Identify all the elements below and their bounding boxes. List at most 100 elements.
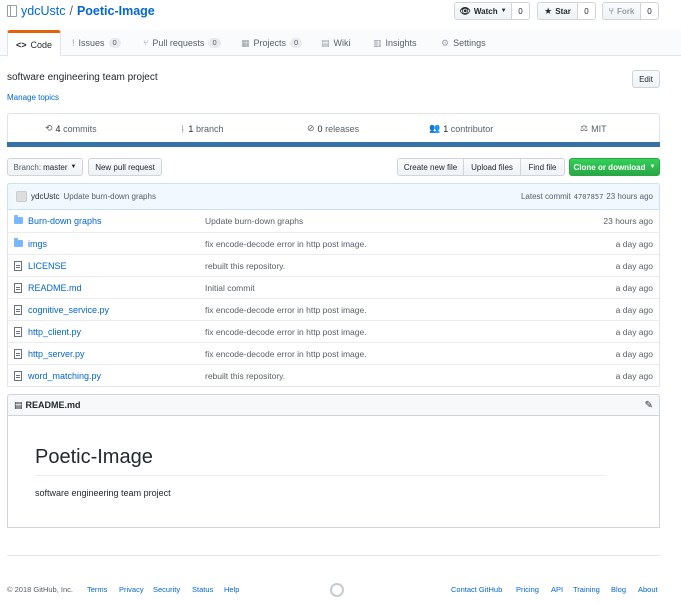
file-icon <box>14 349 22 359</box>
fork-icon: ⑂ <box>608 6 615 16</box>
graph-icon: ▥ <box>373 37 382 48</box>
fork-count[interactable]: 0 <box>641 2 659 20</box>
table-row: http_server.py fix encode-decode error in… <box>8 342 659 364</box>
tab-pull-requests[interactable]: ⑂ Pull requests 0 <box>135 30 229 56</box>
watch-button[interactable]: 👁 Watch ▼ <box>454 2 512 20</box>
file-icon <box>14 283 22 293</box>
wiki-icon: ▤ <box>321 37 330 48</box>
watch-label: Watch <box>473 6 498 16</box>
footer-link-privacy[interactable]: Privacy <box>119 585 144 594</box>
file-commit-message-link[interactable]: Initial commit <box>205 283 255 293</box>
file-name-link[interactable]: LICENSE <box>28 261 67 271</box>
commit-message-link[interactable]: Update burn-down graphs <box>63 192 156 201</box>
branch-select-value: master <box>43 162 68 172</box>
star-label: Star <box>555 6 571 16</box>
github-mark-icon[interactable] <box>330 583 344 597</box>
tab-wiki[interactable]: ▤ Wiki <box>313 30 359 56</box>
file-age: a day ago <box>615 370 653 381</box>
commits-link[interactable]: ⟲ 4 commits <box>45 114 97 143</box>
file-commit-message-link[interactable]: fix encode-decode error in http post ima… <box>205 305 367 315</box>
table-row: Burn-down graphs Update burn-down graphs 2… <box>8 210 659 232</box>
file-age: a day ago <box>615 238 653 249</box>
branch-count: 1 <box>188 123 194 134</box>
file-list: Burn-down graphs Update burn-down graphs 2… <box>7 210 660 387</box>
latest-commit-age: 23 hours ago <box>606 192 653 201</box>
footer-link-security[interactable]: Security <box>153 585 180 594</box>
star-count[interactable]: 0 <box>578 2 596 20</box>
latest-commit-bar: ydcUstc Update burn-down graphs Latest c… <box>7 183 660 210</box>
folder-icon <box>14 238 23 247</box>
repo-nav-tabs: <> Code ! Issues 0 ⑂ Pull requests 0 ▦ P… <box>0 30 681 57</box>
project-icon: ▦ <box>241 37 250 48</box>
branch-select[interactable]: Branch: master ▼ <box>7 158 83 176</box>
file-commit-message-link[interactable]: fix encode-decode error in http post ima… <box>205 327 367 337</box>
footer-link-about[interactable]: About <box>638 585 658 594</box>
tab-projects[interactable]: ▦ Projects 0 <box>233 30 310 56</box>
repo-owner-link[interactable]: ydcUstc <box>21 4 65 18</box>
latest-commit-info: Latest commit 4707857 23 hours ago <box>521 192 653 201</box>
file-commit-message-link[interactable]: fix encode-decode error in http post ima… <box>205 349 367 359</box>
tab-code[interactable]: <> Code <box>7 30 62 57</box>
manage-topics-link[interactable]: Manage topics <box>7 93 59 102</box>
file-commit-message-link[interactable]: rebuilt this repository. <box>205 371 285 381</box>
find-file-button[interactable]: Find file <box>521 158 565 176</box>
file-name-link[interactable]: word_matching.py <box>28 371 101 381</box>
repo-name-link[interactable]: Poetic-Image <box>77 4 155 18</box>
fork-button[interactable]: ⑂ Fork <box>602 2 641 20</box>
create-new-file-button[interactable]: Create new file <box>397 158 464 176</box>
tab-issues-label: Issues <box>78 38 105 48</box>
readme-header: ▤ README.md ✎ <box>7 394 660 416</box>
pencil-icon[interactable]: ✎ <box>645 400 653 411</box>
footer-link-api[interactable]: API <box>551 585 563 594</box>
file-name-link[interactable]: Burn-down graphs <box>28 216 102 226</box>
new-pull-request-button[interactable]: New pull request <box>88 158 162 176</box>
caret-down-icon: ▼ <box>649 164 656 170</box>
footer-link-training[interactable]: Training <box>573 585 600 594</box>
file-age: 23 hours ago <box>603 216 653 226</box>
file-commit-message-link[interactable]: Update burn-down graphs <box>205 216 303 226</box>
star-icon: ★ <box>544 5 553 16</box>
gear-icon: ⚙ <box>441 37 450 48</box>
file-name-link[interactable]: cognitive_service.py <box>28 305 109 315</box>
file-name-link[interactable]: http_server.py <box>28 349 85 359</box>
footer-link-status[interactable]: Status <box>192 585 213 594</box>
star-button[interactable]: ★ Star <box>537 2 578 20</box>
footer-link-terms[interactable]: Terms <box>87 585 107 594</box>
contributor-count: 1 <box>443 123 449 134</box>
clone-or-download-button[interactable]: Clone or download ▼ <box>569 158 660 176</box>
commit-sha-link[interactable]: 4707857 <box>574 193 604 201</box>
tag-icon: ⊘ <box>307 123 315 133</box>
file-name-link[interactable]: imgs <box>28 239 47 249</box>
file-commit-message-link[interactable]: fix encode-decode error in http post ima… <box>205 239 367 249</box>
tab-issues[interactable]: ! Issues 0 <box>64 30 129 56</box>
license-link[interactable]: ⚖ MIT <box>580 114 607 143</box>
avatar[interactable] <box>16 191 27 202</box>
footer-link-blog[interactable]: Blog <box>611 585 626 594</box>
upload-files-button[interactable]: Upload files <box>464 158 521 176</box>
latest-commit-label: Latest commit <box>520 192 571 201</box>
tab-pull-requests-label: Pull requests <box>152 38 205 48</box>
code-icon: <> <box>16 39 27 50</box>
history-icon: ⟲ <box>45 123 53 133</box>
pull-request-icon: ⑂ <box>143 38 149 48</box>
file-name-link[interactable]: http_client.py <box>28 327 81 337</box>
table-row: LICENSE rebuilt this repository. a day ago <box>8 254 659 276</box>
file-age: a day ago <box>615 304 653 315</box>
repo-separator: / <box>69 4 73 18</box>
file-commit-message-link[interactable]: rebuilt this repository. <box>205 261 285 271</box>
contributors-link[interactable]: 👥 1 contributor <box>429 114 493 143</box>
watch-count[interactable]: 0 <box>512 2 530 20</box>
footer-link-help[interactable]: Help <box>224 585 239 594</box>
language-bar[interactable] <box>7 142 660 147</box>
releases-link[interactable]: ⊘ 0 releases <box>307 114 359 143</box>
file-name-link[interactable]: README.md <box>28 283 82 293</box>
tab-settings[interactable]: ⚙ Settings <box>433 30 494 56</box>
commit-author-link[interactable]: ydcUstc <box>31 192 59 201</box>
commits-label: commits <box>63 123 97 134</box>
edit-button[interactable]: Edit <box>632 70 660 88</box>
footer-link-pricing[interactable]: Pricing <box>516 585 539 594</box>
file-icon <box>14 305 22 315</box>
branches-link[interactable]: ᚿ 1 branch <box>180 114 223 143</box>
footer-link-contact[interactable]: Contact GitHub <box>451 585 502 594</box>
tab-insights[interactable]: ▥ Insights <box>365 30 425 56</box>
